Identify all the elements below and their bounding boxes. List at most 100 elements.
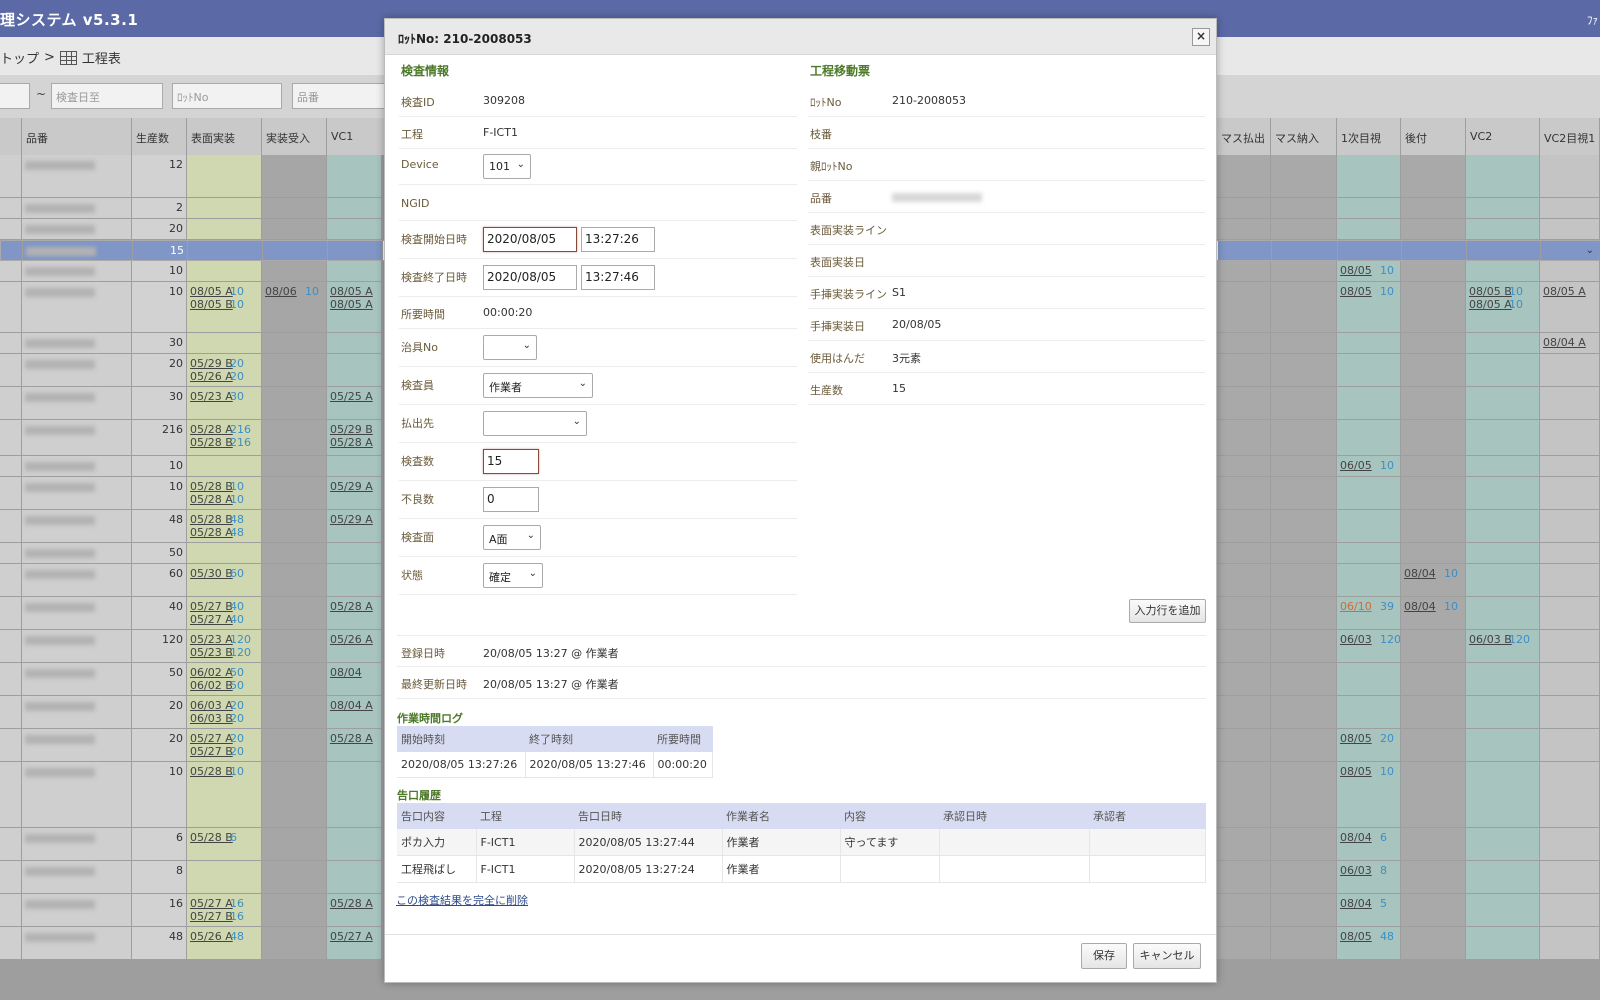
post-cell[interactable]	[1401, 198, 1466, 218]
post-cell[interactable]	[1401, 354, 1466, 386]
date-link[interactable]: 06/03	[1340, 633, 1380, 646]
date-link[interactable]: 05/27 B	[190, 600, 233, 613]
date-link[interactable]: 05/28 A	[330, 600, 373, 613]
ju-cell[interactable]	[262, 729, 327, 761]
sm-cell[interactable]	[187, 456, 262, 476]
date-link[interactable]: 08/05 A	[330, 298, 373, 311]
part-cell-blurred[interactable]	[22, 510, 132, 542]
mass-in-cell[interactable]	[1271, 477, 1337, 509]
date-link[interactable]: 05/23 A	[190, 390, 233, 403]
mass-in-cell[interactable]	[1271, 282, 1337, 332]
date-link[interactable]: 08/05	[1340, 930, 1380, 943]
ju-cell[interactable]	[262, 354, 327, 386]
vc2-visual-cell[interactable]	[1540, 828, 1600, 860]
vc1-cell[interactable]: 08/04	[327, 663, 382, 695]
vc1-cell[interactable]	[327, 762, 382, 827]
date-link[interactable]: 05/29 A	[330, 480, 373, 493]
part-cell-blurred[interactable]	[22, 861, 132, 893]
count-input[interactable]: 15	[483, 449, 539, 474]
date-link[interactable]: 05/26 A	[330, 633, 373, 646]
post-cell[interactable]	[1401, 828, 1466, 860]
vc1-cell[interactable]: 08/04 A	[327, 696, 382, 728]
date-link[interactable]: 05/27 B	[190, 745, 233, 758]
visual1-cell[interactable]: 06/03 120	[1337, 630, 1401, 662]
date-link[interactable]: 05/28 A	[190, 423, 233, 436]
ju-cell[interactable]	[262, 663, 327, 695]
date-link[interactable]: 05/27 B	[190, 910, 233, 923]
vc2-cell[interactable]	[1467, 241, 1541, 260]
ju-cell[interactable]: 08/06 10	[262, 282, 327, 332]
date-link[interactable]: 08/04 A	[1543, 336, 1586, 349]
ju-cell[interactable]	[262, 420, 327, 455]
mass-out-cell[interactable]	[1217, 354, 1271, 386]
visual1-cell[interactable]: 08/05 10	[1337, 261, 1401, 281]
part-cell-blurred[interactable]	[22, 729, 132, 761]
ju-cell[interactable]	[262, 155, 327, 197]
sm-cell[interactable]: 05/28 B6	[187, 828, 262, 860]
mass-in-cell[interactable]	[1271, 630, 1337, 662]
part-cell-blurred[interactable]	[22, 198, 132, 218]
visual1-cell[interactable]: 08/04 5	[1337, 894, 1401, 926]
end-time-input[interactable]: 13:27:46	[581, 265, 655, 290]
post-cell[interactable]	[1401, 155, 1466, 197]
date-link[interactable]: 05/28 A	[330, 436, 373, 449]
date-link[interactable]: 05/28 B	[190, 765, 233, 778]
vc2-cell[interactable]	[1466, 696, 1540, 728]
vc1-cell[interactable]	[327, 198, 382, 218]
visual1-cell[interactable]	[1337, 510, 1401, 542]
part-cell-blurred[interactable]	[22, 828, 132, 860]
vc2-visual-cell[interactable]	[1540, 762, 1600, 827]
post-cell[interactable]: 08/04 10	[1401, 597, 1466, 629]
delete-result-link[interactable]: この検査結果を完全に削除	[396, 892, 528, 908]
part-cell-blurred[interactable]	[22, 543, 132, 563]
vc1-cell[interactable]	[327, 564, 382, 596]
part-cell-blurred[interactable]	[22, 630, 132, 662]
date-link[interactable]: 08/05	[1340, 765, 1380, 778]
vc1-cell[interactable]: 05/26 A	[327, 630, 382, 662]
vc2-visual-cell[interactable]	[1540, 729, 1600, 761]
col-head-sm[interactable]: 表面実装	[187, 118, 262, 155]
date-link[interactable]: 05/27 A	[190, 613, 233, 626]
date-link[interactable]: 06/03 B	[190, 712, 233, 725]
side-select[interactable]: A面 ⌄	[483, 525, 541, 550]
visual1-cell[interactable]: 08/05 48	[1337, 927, 1401, 959]
vc2-visual-cell[interactable]	[1540, 861, 1600, 893]
post-cell[interactable]: 08/04 10	[1401, 564, 1466, 596]
visual1-cell[interactable]	[1337, 219, 1401, 239]
sm-cell[interactable]: 06/02 A50 06/02 B50	[187, 663, 262, 695]
mass-out-cell[interactable]	[1217, 198, 1271, 218]
vc2-visual-cell[interactable]	[1540, 261, 1600, 281]
mass-in-cell[interactable]	[1271, 828, 1337, 860]
ju-cell[interactable]	[262, 333, 327, 353]
part-cell-blurred[interactable]	[22, 564, 132, 596]
col-head-post[interactable]: 後付	[1401, 118, 1466, 155]
ju-cell[interactable]	[262, 198, 327, 218]
visual1-cell[interactable]	[1337, 387, 1401, 419]
mass-in-cell[interactable]	[1271, 387, 1337, 419]
ju-cell[interactable]	[262, 597, 327, 629]
col-head-vc2-visual[interactable]: VC2目視1	[1540, 118, 1600, 155]
vc2-visual-cell[interactable]: 08/05 A	[1540, 282, 1600, 332]
vc2-visual-cell[interactable]	[1540, 510, 1600, 542]
inspector-select[interactable]: 作業者 ⌄	[483, 373, 593, 398]
date-link[interactable]: 08/04	[1404, 567, 1444, 580]
ju-cell[interactable]	[262, 219, 327, 239]
sm-cell[interactable]: 05/28 B10 05/28 A10	[187, 477, 262, 509]
vc1-cell[interactable]	[327, 219, 382, 239]
part-input[interactable]: 品番	[292, 83, 392, 109]
post-cell[interactable]	[1401, 894, 1466, 926]
sm-cell[interactable]	[187, 333, 262, 353]
vc2-cell[interactable]	[1466, 477, 1540, 509]
lot-input[interactable]: ﾛｯﾄNo	[172, 83, 282, 109]
vc1-cell[interactable]	[327, 861, 382, 893]
visual1-cell[interactable]: 08/04 6	[1337, 828, 1401, 860]
sm-cell[interactable]	[187, 155, 262, 197]
visual1-cell[interactable]	[1337, 155, 1401, 197]
vc2-cell[interactable]	[1466, 261, 1540, 281]
post-cell[interactable]	[1401, 261, 1466, 281]
post-cell[interactable]	[1401, 543, 1466, 563]
vc1-cell[interactable]: 05/28 A	[327, 729, 382, 761]
part-cell-blurred[interactable]	[22, 597, 132, 629]
sm-cell[interactable]: 05/27 B40 05/27 A40	[187, 597, 262, 629]
col-head-vc1[interactable]: VC1	[327, 118, 387, 155]
